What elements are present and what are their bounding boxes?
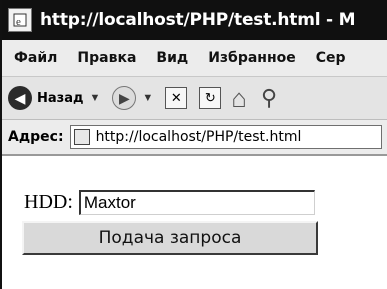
forward-icon[interactable]: ▶ (112, 86, 137, 110)
hdd-row: HDD: (24, 190, 315, 215)
back-dropdown-icon[interactable]: ▼ (89, 92, 100, 104)
submit-button[interactable]: Подача запроса (22, 221, 318, 255)
svg-text:e: e (16, 16, 21, 28)
toolbar: ◀ Назад ▼ ▶ ▼ ✕ ↻ ⌂ ⚲ (2, 77, 387, 120)
forward-dropdown-icon[interactable]: ▼ (142, 92, 153, 104)
back-button[interactable]: ◀ Назад ▼ (8, 86, 100, 110)
browser-window: e http://localhost/PHP/test.html - M Фай… (0, 0, 387, 289)
address-field[interactable]: http://localhost/PHP/test.html (69, 125, 382, 149)
menu-favorites[interactable]: Избранное (208, 50, 296, 66)
menu-bar: Файл Правка Вид Избранное Сер (2, 40, 387, 77)
back-label: Назад (37, 90, 84, 106)
menu-tools[interactable]: Сер (316, 50, 346, 66)
address-bar: Адрес: http://localhost/PHP/test.html (2, 120, 387, 156)
back-icon: ◀ (8, 86, 32, 110)
address-url: http://localhost/PHP/test.html (95, 129, 302, 145)
window-title: http://localhost/PHP/test.html - M (40, 10, 356, 30)
refresh-icon[interactable]: ↻ (199, 87, 222, 109)
hdd-label: HDD: (24, 191, 73, 213)
ie-page-icon: e (8, 8, 32, 32)
page-content: HDD: Подача запроса (2, 156, 387, 289)
search-icon[interactable]: ⚲ (261, 85, 277, 111)
menu-file[interactable]: Файл (14, 50, 57, 66)
title-bar: e http://localhost/PHP/test.html - M (2, 0, 387, 40)
stop-icon[interactable]: ✕ (165, 87, 188, 109)
page-icon (73, 129, 90, 145)
menu-view[interactable]: Вид (156, 50, 188, 66)
address-label: Адрес: (8, 129, 64, 145)
home-icon[interactable]: ⌂ (231, 85, 247, 111)
menu-edit[interactable]: Правка (77, 50, 136, 66)
hdd-input[interactable] (78, 190, 315, 215)
